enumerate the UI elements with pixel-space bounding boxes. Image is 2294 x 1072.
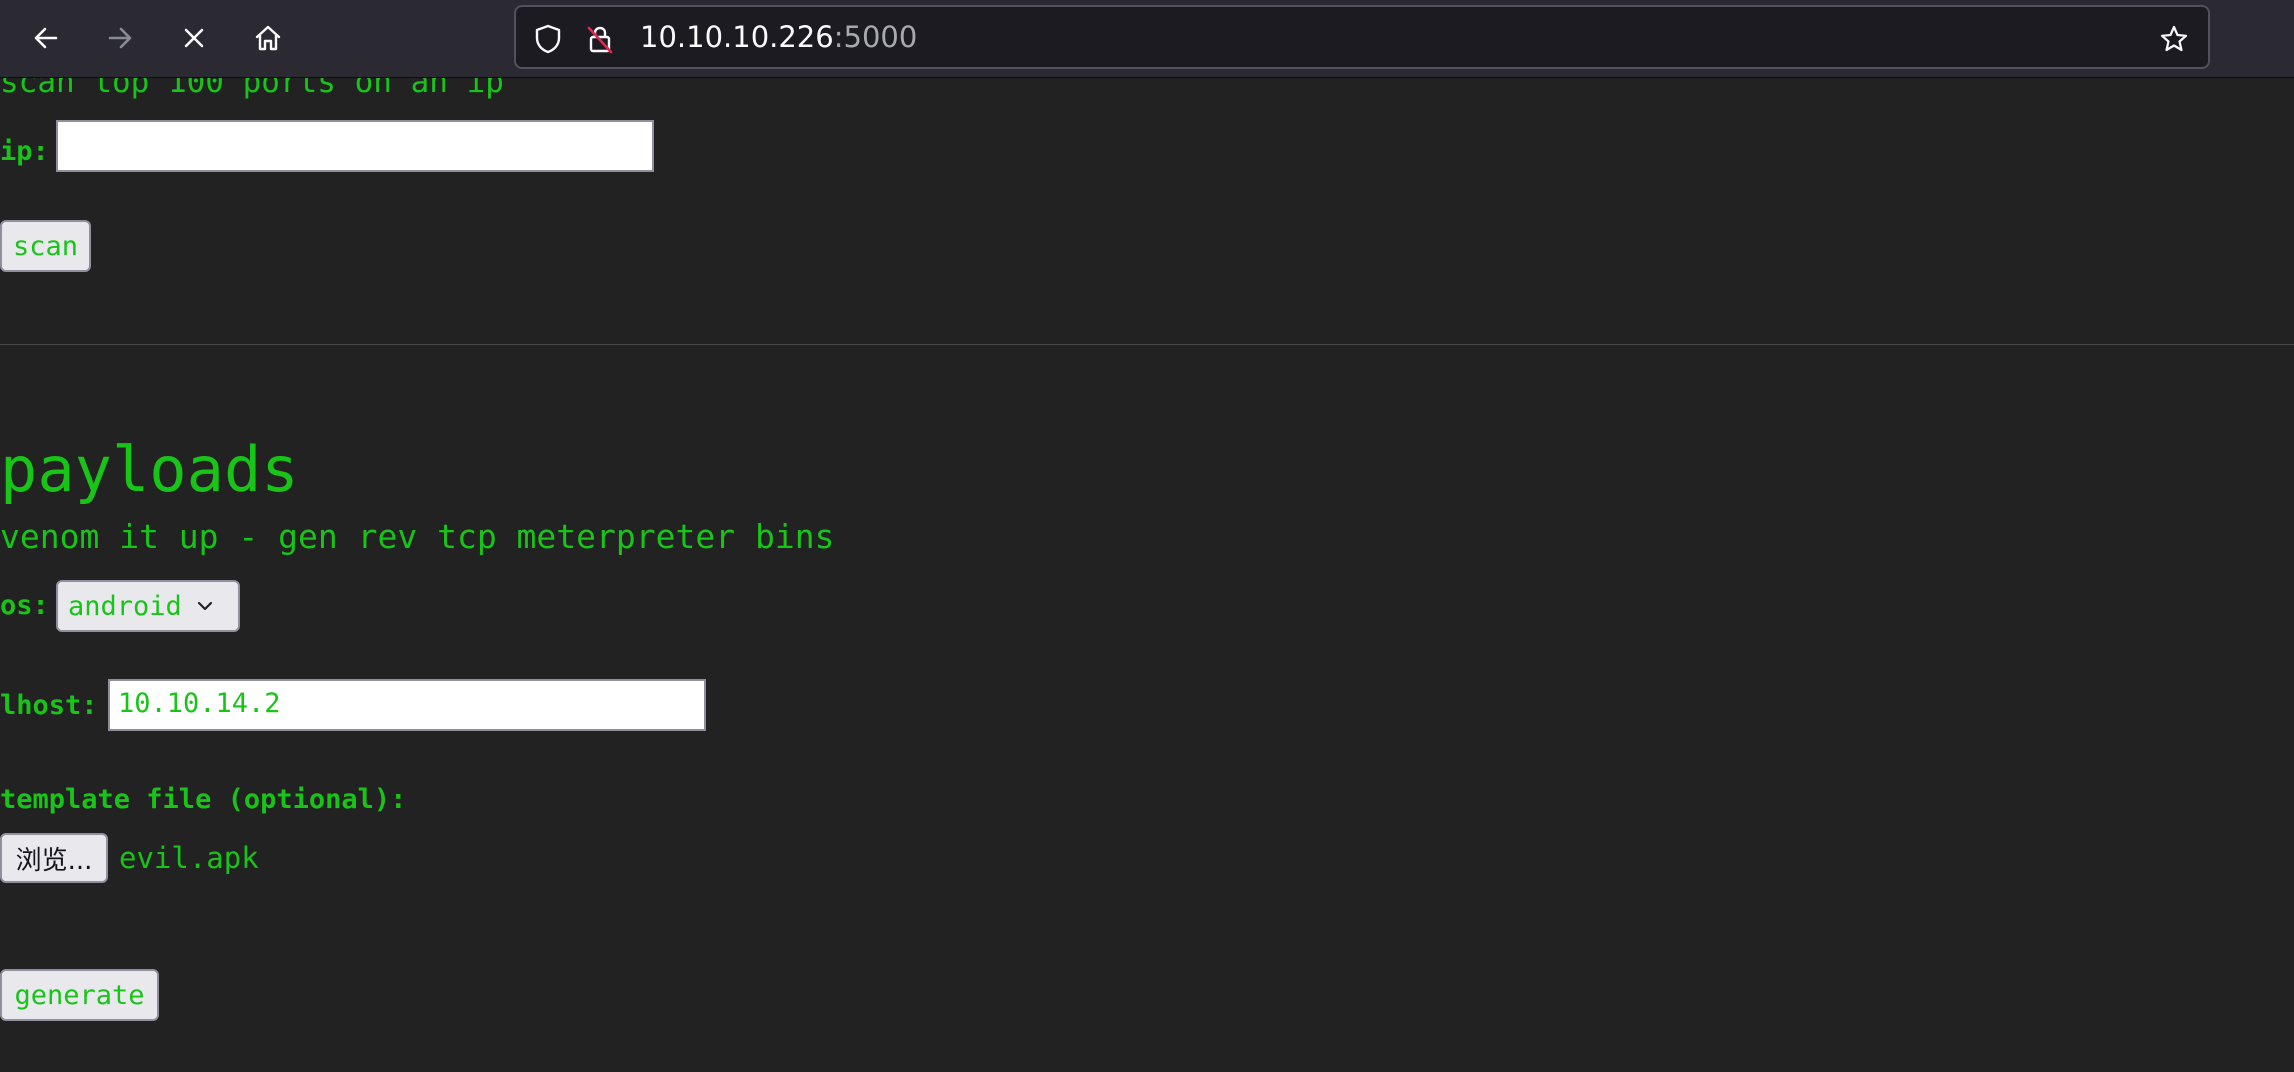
arrow-right-icon: [108, 27, 132, 49]
browser-toolbar: 10.10.10.226:5000: [0, 0, 2294, 78]
lhost-label: lhost:: [0, 690, 98, 721]
tracking-protection-shield-icon[interactable]: [530, 21, 566, 57]
scan-button[interactable]: scan: [0, 220, 91, 272]
url-text[interactable]: 10.10.10.226:5000: [640, 7, 917, 67]
chevron-down-icon: [197, 601, 212, 611]
arrow-left-icon: [34, 27, 58, 49]
page-content: scan top 100 ports on an ip ip: scan pay…: [0, 78, 2294, 1072]
back-button[interactable]: [22, 14, 70, 62]
browse-button[interactable]: 浏览...: [0, 833, 108, 883]
url-bar[interactable]: 10.10.10.226:5000: [514, 5, 2210, 69]
section-divider: [0, 344, 2294, 345]
stop-button[interactable]: [170, 14, 218, 62]
os-label: os:: [0, 590, 49, 621]
bookmark-star-icon[interactable]: [2156, 21, 2192, 57]
payloads-title: payloads: [0, 433, 299, 506]
close-icon: [184, 28, 204, 48]
home-icon: [255, 25, 281, 51]
selected-file-name: evil.apk: [119, 841, 259, 875]
lhost-input[interactable]: 10.10.14.2: [108, 679, 706, 731]
generate-button[interactable]: generate: [0, 969, 159, 1021]
payloads-subtitle: venom it up - gen rev tcp meterpreter bi…: [0, 517, 835, 556]
os-select[interactable]: android: [56, 580, 240, 632]
scan-subtitle: scan top 100 ports on an ip: [0, 78, 504, 100]
ip-input[interactable]: [56, 120, 654, 172]
url-host: 10.10.10.226: [640, 20, 834, 54]
template-file-label: template file (optional):: [0, 784, 407, 815]
forward-button[interactable]: [96, 14, 144, 62]
ip-label: ip:: [0, 136, 49, 167]
insecure-lock-icon[interactable]: [582, 21, 618, 57]
os-select-value: android: [68, 590, 182, 622]
home-button[interactable]: [244, 14, 292, 62]
url-port: :5000: [833, 20, 918, 54]
